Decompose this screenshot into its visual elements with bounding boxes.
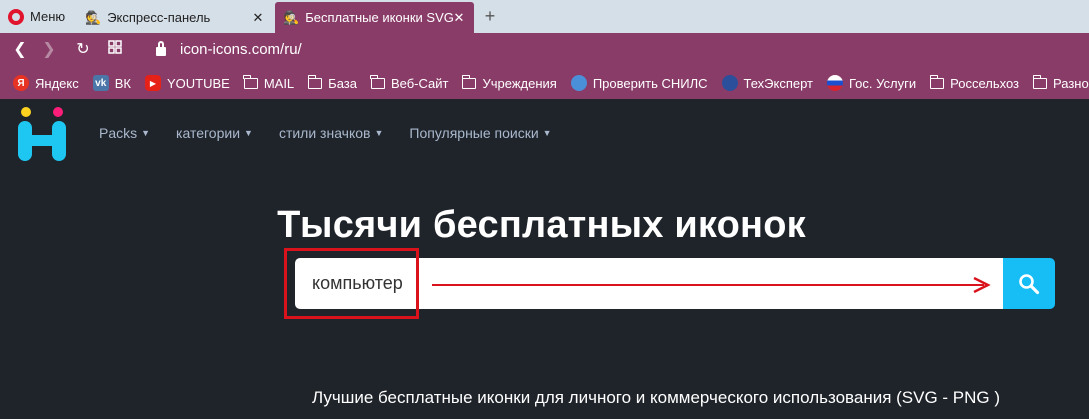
caret-down-icon: ▼ [374, 128, 384, 138]
incognito-icon: 🕵 [283, 9, 300, 25]
yandex-icon: Я [13, 75, 29, 91]
tagline: Лучшие бесплатные иконки для личного и к… [312, 388, 1001, 407]
bookmark-rosselhoz[interactable]: Россельхоз [929, 74, 1020, 91]
bookmark-uchrezhdeniya[interactable]: Учреждения [461, 74, 557, 91]
hero-title: Тысячи бесплатных иконок [277, 204, 806, 246]
bookmark-label: MAIL [263, 75, 295, 91]
bookmark-label: YOUTUBE [166, 75, 230, 91]
folder-icon [929, 74, 945, 89]
tab-title: Экспресс-панель [107, 10, 211, 25]
annotation-highlight-box [284, 248, 419, 319]
bookmark-label: ТехЭксперт [743, 75, 814, 91]
bookmark-label: Учреждения [482, 75, 557, 91]
site-logo[interactable] [16, 106, 68, 162]
bookmark-label: ВК [114, 75, 131, 91]
bookmark-label: База [328, 75, 357, 91]
bookmark-yandex[interactable]: Я Яндекс [13, 75, 79, 91]
lock-icon [156, 41, 166, 56]
bookmark-label: Разное [1053, 75, 1089, 91]
bookmark-label: Гос. Услуги [849, 75, 917, 91]
bookmark-label: Яндекс [35, 75, 79, 91]
bookmark-snils[interactable]: Проверить СНИЛС [570, 75, 708, 91]
bookmark-baza[interactable]: База [307, 74, 357, 91]
bookmark-vk[interactable]: vk ВК [92, 75, 131, 91]
site-nav: Packs ▼ категории ▼ стили значков ▼ Популяр… [99, 125, 578, 141]
back-icon[interactable]: ❮ [10, 40, 30, 60]
annotation-arrow-icon [432, 277, 991, 293]
texexpert-icon [721, 75, 738, 91]
folder-icon [370, 74, 385, 89]
hero-title-wrap: Тысячи бесплатных иконок [0, 204, 1089, 247]
forward-icon[interactable]: ❯ [39, 40, 59, 60]
nav-popular-searches[interactable]: Популярные поиски ▼ [409, 125, 551, 141]
speed-dial-icon[interactable] [105, 40, 125, 60]
youtube-icon: ▶ [144, 75, 161, 91]
bookmark-raznoe[interactable]: Разное [1032, 74, 1089, 91]
bookmark-web-site[interactable]: Веб-Сайт [370, 74, 449, 91]
bookmarks-bar: Я Яндекс vk ВК ▶ YOUTUBE MAIL База Веб-С… [0, 67, 1089, 99]
folder-icon [307, 74, 323, 89]
nav-packs[interactable]: Packs ▼ [99, 125, 150, 141]
search-button[interactable] [1003, 258, 1055, 309]
bookmark-texexpert[interactable]: ТехЭксперт [721, 75, 814, 91]
nav-categories[interactable]: категории ▼ [176, 125, 253, 141]
tab-title: Бесплатные иконки SVG, P [305, 10, 456, 25]
bookmark-youtube[interactable]: ▶ YOUTUBE [144, 75, 230, 91]
url-text: icon-icons.com/ru/ [180, 41, 302, 58]
nav-label: Популярные поиски [409, 125, 539, 141]
close-icon[interactable]: ✕ [452, 10, 466, 26]
bookmark-label: Россельхоз [950, 75, 1020, 91]
tab-express-panel[interactable]: 🕵 Экспресс-панель ✕ [77, 2, 273, 33]
folder-icon [1032, 74, 1048, 89]
bookmark-label: Проверить СНИЛС [592, 75, 708, 91]
search-icon [1019, 273, 1040, 294]
tab-bar: Меню 🕵 Экспресс-панель ✕ 🕵 Бесплатные ик… [0, 0, 1089, 33]
folder-icon [461, 74, 477, 89]
nav-label: стили значков [278, 125, 371, 141]
menu-label: Меню [30, 9, 66, 24]
reload-icon[interactable]: ↻ [73, 40, 93, 60]
bookmark-mail[interactable]: MAIL [243, 74, 295, 91]
nav-icon-styles[interactable]: стили значков ▼ [279, 125, 383, 141]
caret-down-icon: ▼ [141, 128, 151, 138]
vk-icon: vk [92, 75, 109, 91]
globe-icon [570, 75, 587, 91]
caret-down-icon: ▼ [542, 128, 552, 138]
folder-icon [243, 74, 258, 89]
caret-down-icon: ▼ [244, 128, 253, 138]
opera-menu-button[interactable]: Меню [0, 0, 74, 33]
nav-label: категории [176, 125, 241, 141]
site-content: Packs ▼ категории ▼ стили значков ▼ Популяр… [0, 99, 1089, 419]
bookmark-gosuslugi[interactable]: Гос. Услуги [827, 75, 916, 91]
nav-label: Packs [99, 125, 138, 141]
close-icon[interactable]: ✕ [251, 10, 265, 26]
incognito-icon: 🕵 [85, 9, 102, 25]
bookmark-label: Веб-Сайт [390, 75, 449, 91]
new-tab-button[interactable]: + [480, 6, 500, 27]
address-bar: ❮ ❯ ↻ icon-icons.com/ru/ [0, 33, 1089, 67]
opera-logo-icon [8, 8, 24, 25]
russia-flag-icon [827, 75, 844, 91]
tab-icon-icons[interactable]: 🕵 Бесплатные иконки SVG, P ✕ [275, 2, 474, 33]
url-field[interactable]: icon-icons.com/ru/ [156, 41, 302, 58]
